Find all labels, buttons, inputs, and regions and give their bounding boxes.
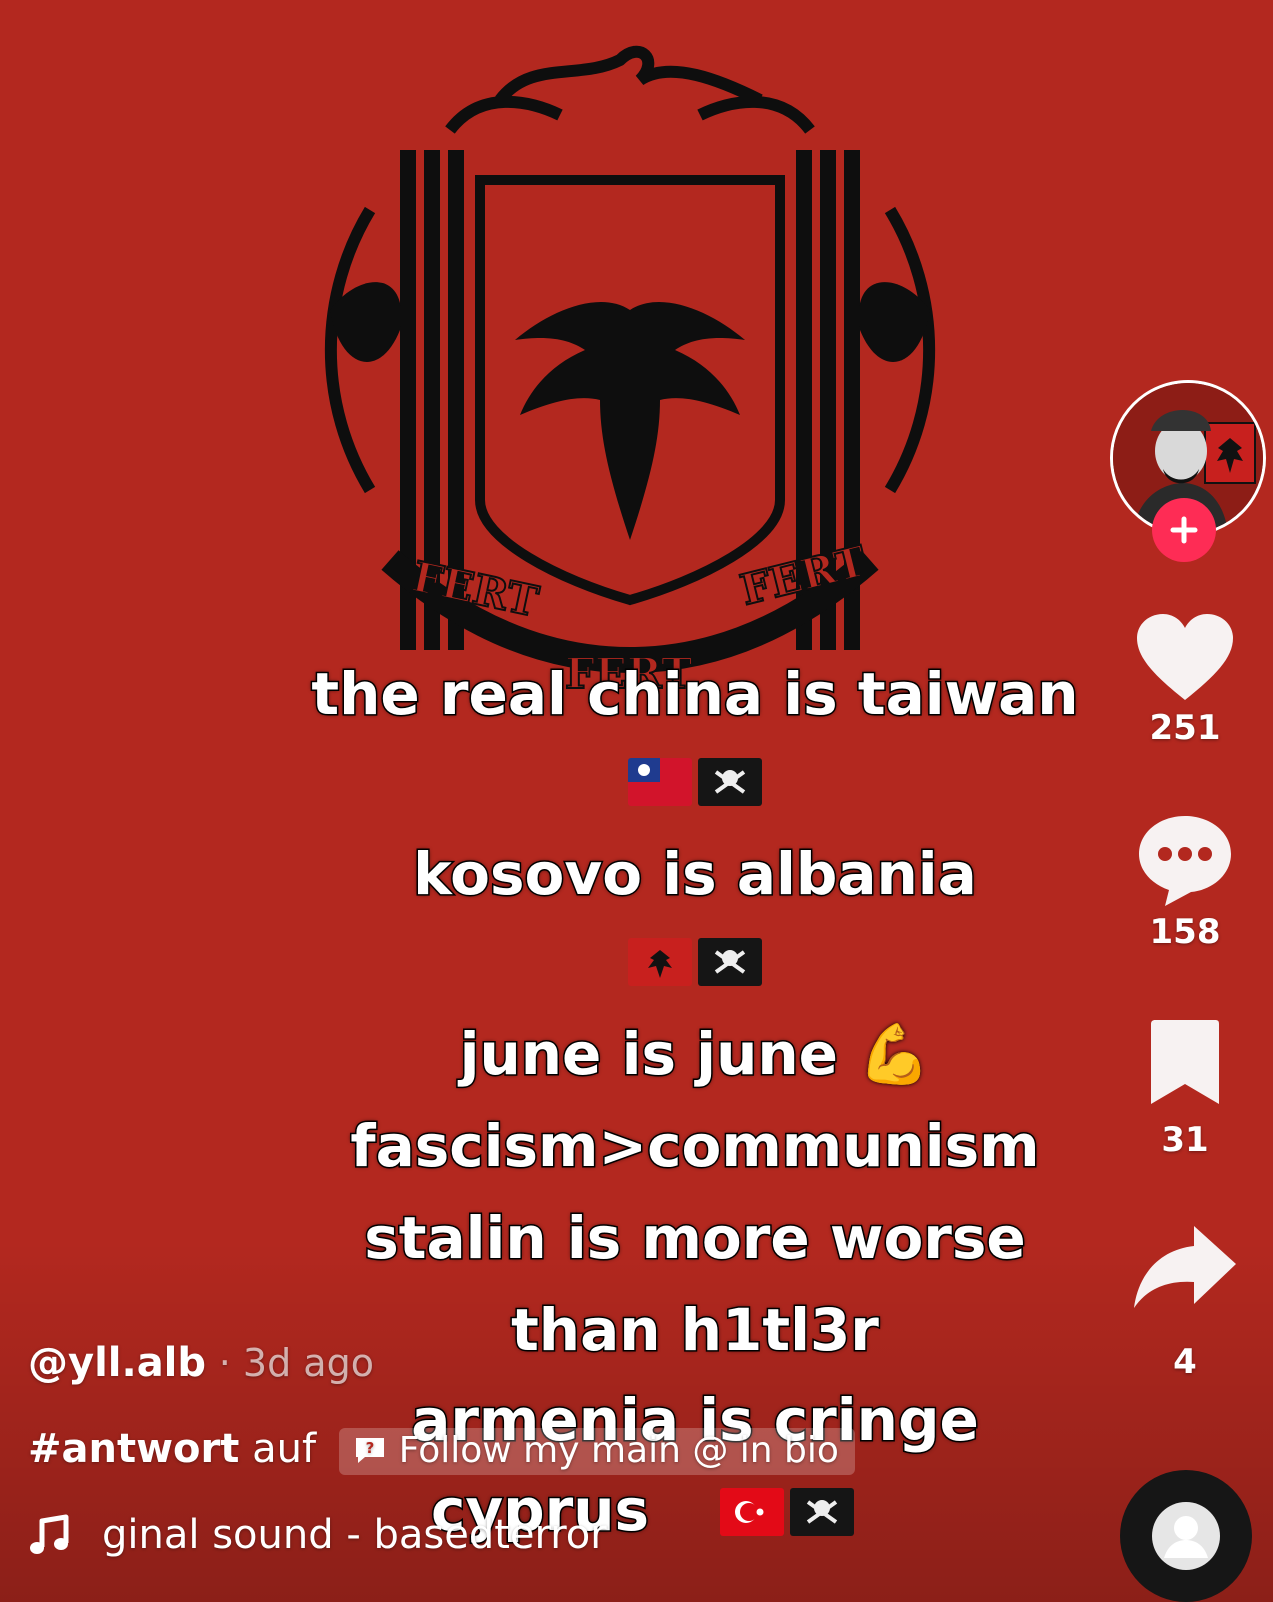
taiwan-flag-icon bbox=[628, 758, 692, 806]
caption-line-5: stalin is more worse bbox=[363, 1204, 1028, 1272]
hashtag-suffix: auf bbox=[252, 1426, 317, 1472]
caption-line-1: the real china is taiwan bbox=[310, 660, 1080, 728]
caption-line-6: than h1tl3r bbox=[510, 1296, 881, 1364]
reply-question-text: Follow my main @ in bio bbox=[398, 1429, 839, 1471]
reply-question-chip[interactable]: ? Follow my main @ in bio bbox=[338, 1427, 855, 1475]
user-placeholder-icon bbox=[1152, 1502, 1220, 1570]
music-note-icon bbox=[30, 1514, 69, 1554]
post-time: · 3d ago bbox=[218, 1341, 374, 1385]
comment-icon bbox=[1139, 816, 1231, 906]
turkey-flag-icon bbox=[720, 1488, 784, 1536]
flag-row-2 bbox=[300, 938, 1090, 986]
caption-line-4: fascism>communism bbox=[349, 1112, 1041, 1180]
caption-line-3: june is june 💪 bbox=[458, 1020, 932, 1088]
bookmark-icon bbox=[1151, 1020, 1219, 1104]
share-icon bbox=[1134, 1226, 1236, 1308]
albanian-emblem-background: FERT FERT FERT bbox=[324, 45, 936, 699]
post-author-row: @yll.alb · 3d ago bbox=[28, 1340, 374, 1386]
post-description: #antwort auf ? Follow my main @ in bio bbox=[28, 1426, 855, 1475]
question-bubble-icon: ? bbox=[355, 1438, 384, 1463]
username-link[interactable]: @yll.alb bbox=[28, 1340, 206, 1386]
svg-text:?: ? bbox=[365, 1439, 374, 1457]
like-count: 251 bbox=[1149, 708, 1221, 748]
sound-row[interactable]: ginal sound - basedterror bbox=[28, 1512, 607, 1558]
heart-icon bbox=[1137, 614, 1233, 700]
share-button[interactable]: 4 bbox=[1110, 1222, 1260, 1382]
music-disc[interactable] bbox=[1120, 1470, 1252, 1602]
pirate-flag-icon bbox=[790, 1488, 854, 1536]
comment-count: 158 bbox=[1149, 912, 1221, 952]
comment-button[interactable]: 158 bbox=[1110, 812, 1260, 952]
bookmark-button[interactable]: 31 bbox=[1110, 1018, 1260, 1160]
bookmark-count: 31 bbox=[1161, 1120, 1209, 1160]
hashtag-link[interactable]: #antwort bbox=[28, 1426, 239, 1472]
plus-icon bbox=[1170, 516, 1198, 544]
flag-row-3 bbox=[720, 1488, 880, 1536]
follow-button[interactable] bbox=[1152, 498, 1216, 562]
flag-row-1 bbox=[300, 758, 1090, 806]
pirate-flag-icon bbox=[698, 938, 762, 986]
sound-name: ginal sound - basedterror bbox=[102, 1512, 607, 1558]
caption-line-2: kosovo is albania bbox=[412, 840, 979, 908]
like-button[interactable]: 251 bbox=[1110, 612, 1260, 748]
pirate-flag-icon bbox=[698, 758, 762, 806]
albania-flag-icon bbox=[628, 938, 692, 986]
share-count: 4 bbox=[1173, 1342, 1197, 1382]
